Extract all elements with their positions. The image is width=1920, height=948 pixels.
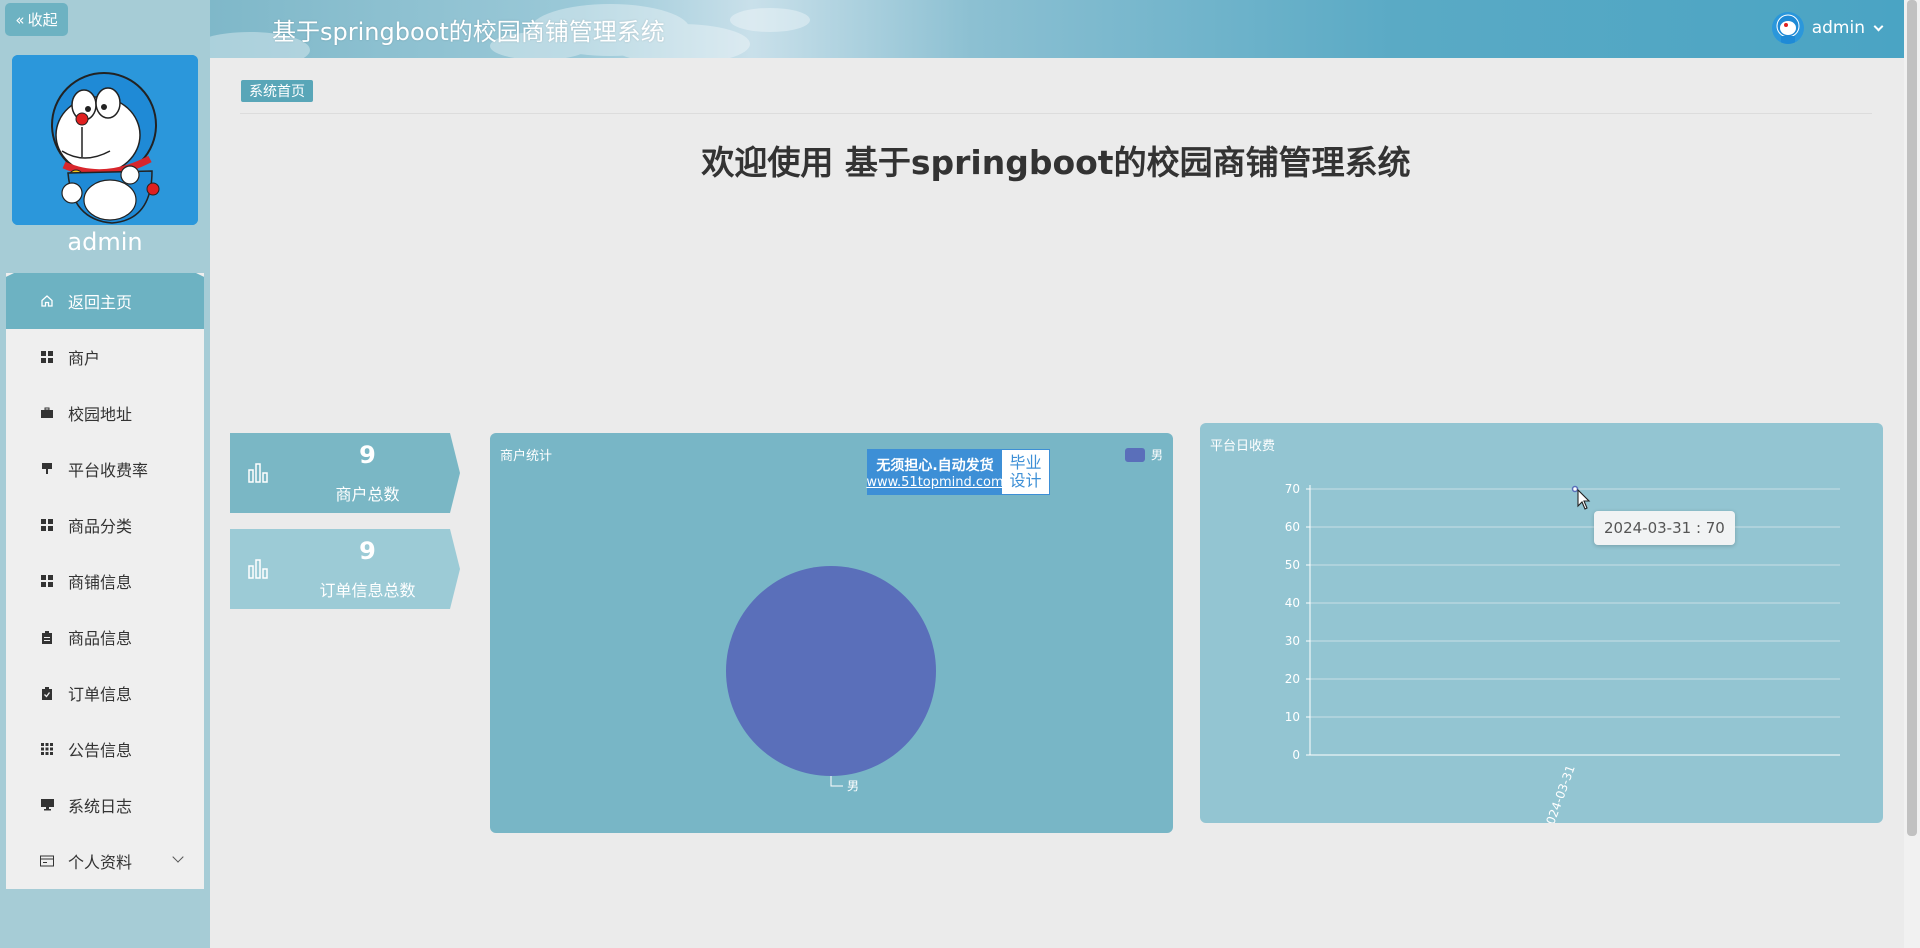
top-header: 基于springboot的校园商铺管理系统 admin <box>210 0 1904 58</box>
sidebar-item-label: 商品信息 <box>68 629 133 648</box>
scrollbar-thumb[interactable] <box>1907 0 1917 836</box>
apps-icon <box>40 742 54 756</box>
y-tick-label: 40 <box>1285 596 1300 610</box>
pie-slice[interactable] <box>726 566 936 776</box>
stat-value: 9 <box>359 441 376 469</box>
sidebar-item-campus-address[interactable]: 校园地址 <box>6 385 204 441</box>
sidebar: « 收起 admin 返回主页 商户 校园地址 平台收费率 商品分类 商铺信息 … <box>0 0 210 948</box>
sidebar-item-merchants[interactable]: 商户 <box>6 329 204 385</box>
y-tick-label: 50 <box>1285 558 1300 572</box>
sidebar-item-label: 商户 <box>68 349 101 368</box>
card-icon <box>40 854 54 868</box>
grid-icon <box>40 518 54 532</box>
mouse-cursor-icon <box>1577 489 1591 510</box>
grid-icon <box>40 574 54 588</box>
sidebar-item-product-category[interactable]: 商品分类 <box>6 497 204 553</box>
sidebar-item-shop-info[interactable]: 商铺信息 <box>6 553 204 609</box>
y-tick-label: 20 <box>1285 672 1300 686</box>
page-title: 欢迎使用 基于springboot的校园商铺管理系统 <box>701 143 1411 182</box>
double-chevron-left-icon: « <box>15 10 25 29</box>
chevron-down-icon <box>1873 21 1884 31</box>
collapse-label: 收起 <box>27 11 58 29</box>
sidebar-item-announcements[interactable]: 公告信息 <box>6 721 204 777</box>
sidebar-item-system-log[interactable]: 系统日志 <box>6 777 204 833</box>
breadcrumb-divider <box>240 113 1872 114</box>
sidebar-item-label: 商铺信息 <box>68 573 133 592</box>
stat-label: 商户总数 <box>335 485 400 504</box>
x-tick-label: 024-03-31 <box>1543 763 1577 823</box>
stat-value: 9 <box>359 537 376 565</box>
y-tick-label: 30 <box>1285 634 1300 648</box>
breadcrumb[interactable]: 系统首页 <box>241 80 313 102</box>
pie-slice-label: 男 <box>847 779 859 793</box>
collapse-button[interactable]: « 收起 <box>5 3 68 36</box>
header-username: admin <box>1811 18 1865 38</box>
pie-label-line <box>830 776 843 787</box>
sidebar-item-label: 商品分类 <box>68 517 133 536</box>
y-tick-label: 10 <box>1285 710 1300 724</box>
clipboard-icon <box>40 630 54 644</box>
sidebar-username: admin <box>67 228 143 256</box>
merchant-stats-chart: 商户统计 男 无须担心.自动发货 www.51topmind.com 毕业 设计… <box>490 433 1173 833</box>
briefcase-icon <box>40 406 54 420</box>
y-tick-label: 0 <box>1292 748 1300 762</box>
sidebar-item-platform-fee-rate[interactable]: 平台收费率 <box>6 441 204 497</box>
sidebar-item-order-info[interactable]: 订单信息 <box>6 665 204 721</box>
y-tick-label: 70 <box>1285 482 1300 496</box>
user-avatar-icon <box>1771 12 1804 44</box>
page-scrollbar[interactable] <box>1904 0 1920 948</box>
sidebar-item-label: 系统日志 <box>68 797 133 816</box>
line-chart: 0 10 20 30 40 50 60 70 024-03-31 <box>1285 482 1840 823</box>
sidebar-item-profile[interactable]: 个人资料 <box>6 833 204 889</box>
app-title: 基于springboot的校园商铺管理系统 <box>272 18 665 46</box>
bar-chart-icon <box>248 557 270 583</box>
sidebar-item-home[interactable]: 返回主页 <box>6 273 204 329</box>
home-icon <box>40 294 54 308</box>
pie-chart: 男 <box>726 566 936 793</box>
stat-card-orders: 9 订单信息总数 <box>230 529 460 609</box>
y-tick-label: 60 <box>1285 520 1300 534</box>
clipboard-check-icon <box>40 686 54 700</box>
user-menu[interactable]: admin <box>1771 12 1884 44</box>
sidebar-item-label: 平台收费率 <box>68 461 149 480</box>
sidebar-item-label: 订单信息 <box>68 685 133 704</box>
chart-tooltip: 2024-03-31 : 70 <box>1594 511 1735 545</box>
doraemon-avatar-icon <box>12 55 198 225</box>
stamp-icon <box>40 462 54 476</box>
monitor-icon <box>40 798 54 812</box>
sidebar-item-label: 校园地址 <box>68 405 133 424</box>
avatar <box>12 55 198 225</box>
sidebar-menu: 返回主页 商户 校园地址 平台收费率 商品分类 商铺信息 商品信息 订单信息 公… <box>6 273 204 889</box>
sidebar-item-label: 个人资料 <box>68 853 133 872</box>
sidebar-item-label: 公告信息 <box>68 741 133 760</box>
stat-label: 订单信息总数 <box>319 581 416 600</box>
grid-icon <box>40 350 54 364</box>
bar-chart-icon <box>248 461 270 487</box>
chevron-down-icon <box>172 851 184 863</box>
sidebar-item-label: 返回主页 <box>68 293 133 312</box>
daily-fee-chart: 平台日收费 0 10 20 30 40 50 60 70 024-03-31 2024-03-3… <box>1200 423 1883 823</box>
sidebar-item-product-info[interactable]: 商品信息 <box>6 609 204 665</box>
stat-card-merchants: 9 商户总数 <box>230 433 460 513</box>
